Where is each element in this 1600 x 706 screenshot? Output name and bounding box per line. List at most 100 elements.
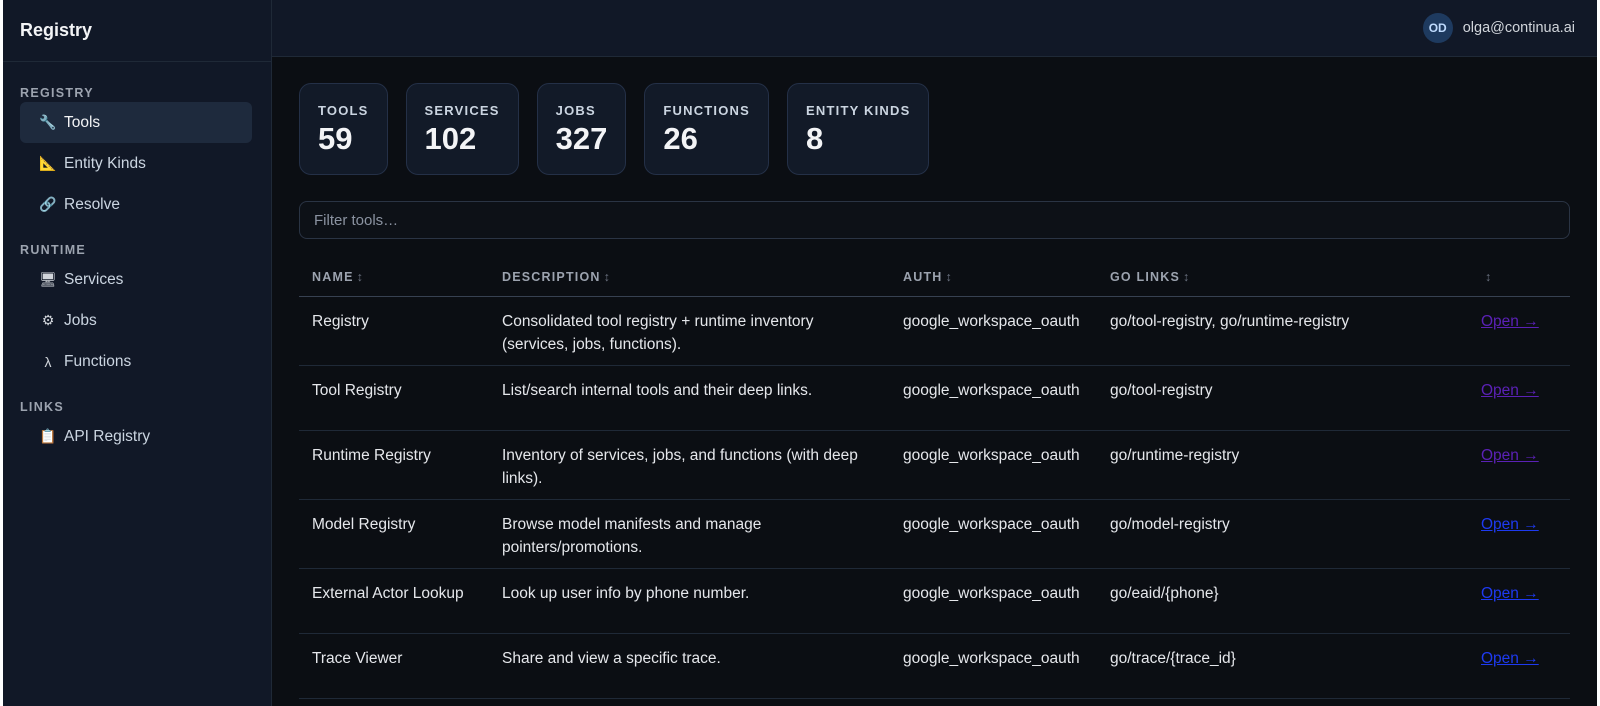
sidebar-item-label: Entity Kinds <box>64 154 146 172</box>
services-icon: 🖥 <box>39 271 57 287</box>
open-cell: Open → <box>1469 499 1570 569</box>
table-row: Model Registry Browse model manifests and… <box>299 499 1570 569</box>
stat-card-tools: TOOLS 59 <box>299 83 388 175</box>
tool-auth: google_workspace_oauth <box>890 499 1097 569</box>
open-cell: Open → <box>1469 365 1570 431</box>
tool-go-links: go/runtime-registry <box>1097 430 1469 500</box>
tool-auth: google_workspace_oauth <box>890 430 1097 500</box>
stat-value: 102 <box>424 121 477 156</box>
stat-label: ENTITY KINDS <box>806 103 911 118</box>
table-row: Tool Registry List/search internal tools … <box>299 365 1570 431</box>
tool-name: Tool Registry <box>299 365 489 431</box>
open-link[interactable]: Open → <box>1481 516 1539 533</box>
sort-icon[interactable]: ↕ <box>1183 270 1190 284</box>
sort-icon[interactable]: ↕ <box>946 270 953 284</box>
nav-heading: LINKS <box>20 400 64 414</box>
open-link[interactable]: Open → <box>1481 585 1539 602</box>
sidebar-item-label: Resolve <box>64 195 120 213</box>
table-header-row: NAME ↕ DESCRIPTION ↕ AUTH ↕ GO LINKS ↕ ↕ <box>299 259 1570 297</box>
sidebar-item-label: API Registry <box>64 427 151 445</box>
tool-auth: google_workspace_oauth <box>890 365 1097 431</box>
sidebar-item-label: Tools <box>64 113 101 131</box>
table-row: Registry Consolidated tool registry + run… <box>299 296 1570 366</box>
tool-name: Model Registry <box>299 499 489 569</box>
tool-description: Browse model manifests and manage pointe… <box>489 499 890 569</box>
open-cell: Open → <box>1469 568 1570 634</box>
nav-section-links: LINKS 📋 API Registry <box>3 390 271 457</box>
user-email[interactable]: olga@continua.ai <box>1463 20 1575 36</box>
column-header-name[interactable]: NAME ↕ <box>299 259 489 297</box>
column-header-description[interactable]: DESCRIPTION ↕ <box>489 259 890 297</box>
filter-input[interactable] <box>299 201 1570 239</box>
app-window: Registry REGISTRY 🔧 Tools 📐 Entity Kinds 🔗 Res… <box>3 0 1597 706</box>
column-header-auth[interactable]: AUTH ↕ <box>890 259 1097 297</box>
stat-value: 59 <box>318 121 353 156</box>
sidebar-item-label: Functions <box>64 352 132 370</box>
stat-card-entity-kinds: ENTITY KINDS 8 <box>787 83 930 175</box>
stat-value: 26 <box>663 121 698 156</box>
open-cell: Open → <box>1469 633 1570 699</box>
nav-heading: RUNTIME <box>20 243 87 257</box>
jobs-icon: ⚙ <box>41 312 55 328</box>
tool-auth: google_workspace_oauth <box>890 568 1097 634</box>
table-row: Trace Viewer Share and view a specific tr… <box>299 633 1570 699</box>
stat-value: 8 <box>806 121 824 156</box>
tool-go-links: go/tool-registry, go/runtime-registry <box>1097 296 1469 366</box>
open-link[interactable]: Open → <box>1481 313 1539 330</box>
entity-kinds-icon: 📐 <box>39 155 57 171</box>
api-registry-icon: 📋 <box>39 428 57 444</box>
column-header-label: GO LINKS <box>1110 270 1181 285</box>
stat-card-jobs: JOBS 327 <box>536 83 627 175</box>
nav-section-registry: REGISTRY 🔧 Tools 📐 Entity Kinds 🔗 Resolve <box>3 76 271 225</box>
tool-description: Inventory of services, jobs, and functio… <box>489 430 890 500</box>
open-link[interactable]: Open → <box>1481 650 1539 667</box>
tools-table: NAME ↕ DESCRIPTION ↕ AUTH ↕ GO LINKS ↕ ↕ Registr… <box>299 259 1570 699</box>
stat-label: JOBS <box>555 103 596 118</box>
stats-row: TOOLS 59 SERVICES 102 JOBS 327 FUNCTIONS 26 ENTI… <box>299 83 1570 175</box>
app-title: Registry <box>3 0 271 62</box>
tool-description: Share and view a specific trace. <box>489 633 890 699</box>
sidebar-item-tools[interactable]: 🔧 Tools <box>20 102 252 143</box>
sidebar-item-api-registry[interactable]: 📋 API Registry <box>20 416 252 457</box>
tool-name: Trace Viewer <box>299 633 489 699</box>
nav-section-runtime: RUNTIME 🖥 Services ⚙ Jobs λ Functions <box>3 233 271 382</box>
stat-card-services: SERVICES 102 <box>405 83 519 175</box>
main-area: OD olga@continua.ai TOOLS 59 SERVICES 102 JO… <box>272 0 1597 706</box>
tool-description: Look up user info by phone number. <box>489 568 890 634</box>
sidebar-item-jobs[interactable]: ⚙ Jobs <box>20 300 252 341</box>
table-body: Registry Consolidated tool registry + run… <box>299 296 1570 699</box>
stat-card-functions: FUNCTIONS 26 <box>644 83 770 175</box>
sidebar-item-label: Jobs <box>64 311 97 329</box>
column-header-label: NAME <box>312 270 354 285</box>
sidebar-item-resolve[interactable]: 🔗 Resolve <box>20 184 252 225</box>
tool-name: Runtime Registry <box>299 430 489 500</box>
avatar[interactable]: OD <box>1422 13 1453 43</box>
nav-heading: REGISTRY <box>20 86 94 100</box>
open-link[interactable]: Open → <box>1481 447 1539 464</box>
stat-label: FUNCTIONS <box>663 103 751 118</box>
sidebar-item-entity-kinds[interactable]: 📐 Entity Kinds <box>20 143 252 184</box>
top-bar: OD olga@continua.ai <box>272 0 1597 57</box>
column-header-actions[interactable]: ↕ <box>1469 259 1570 297</box>
tool-description: List/search internal tools and their dee… <box>489 365 890 431</box>
sort-icon[interactable]: ↕ <box>357 270 364 284</box>
table-row: Runtime Registry Inventory of services, j… <box>299 430 1570 500</box>
tool-go-links: go/tool-registry <box>1097 365 1469 431</box>
open-link[interactable]: Open → <box>1481 382 1539 399</box>
sort-icon[interactable]: ↕ <box>1485 270 1492 284</box>
tool-name: Registry <box>299 296 489 366</box>
tool-auth: google_workspace_oauth <box>890 633 1097 699</box>
tool-go-links: go/trace/{trace_id} <box>1097 633 1469 699</box>
sidebar-nav: REGISTRY 🔧 Tools 📐 Entity Kinds 🔗 Resolve RUNTI… <box>3 76 271 457</box>
sidebar-item-functions[interactable]: λ Functions <box>20 341 252 382</box>
column-header-go-links[interactable]: GO LINKS ↕ <box>1097 259 1469 297</box>
sort-icon[interactable]: ↕ <box>604 270 611 284</box>
tool-go-links: go/model-registry <box>1097 499 1469 569</box>
tool-auth: google_workspace_oauth <box>890 296 1097 366</box>
content: TOOLS 59 SERVICES 102 JOBS 327 FUNCTIONS 26 ENTI… <box>272 57 1597 699</box>
sidebar-item-services[interactable]: 🖥 Services <box>20 259 252 300</box>
stat-label: SERVICES <box>424 103 500 118</box>
stat-value: 327 <box>555 121 608 156</box>
tools-icon: 🔧 <box>39 114 57 130</box>
column-header-label: AUTH <box>903 270 943 285</box>
